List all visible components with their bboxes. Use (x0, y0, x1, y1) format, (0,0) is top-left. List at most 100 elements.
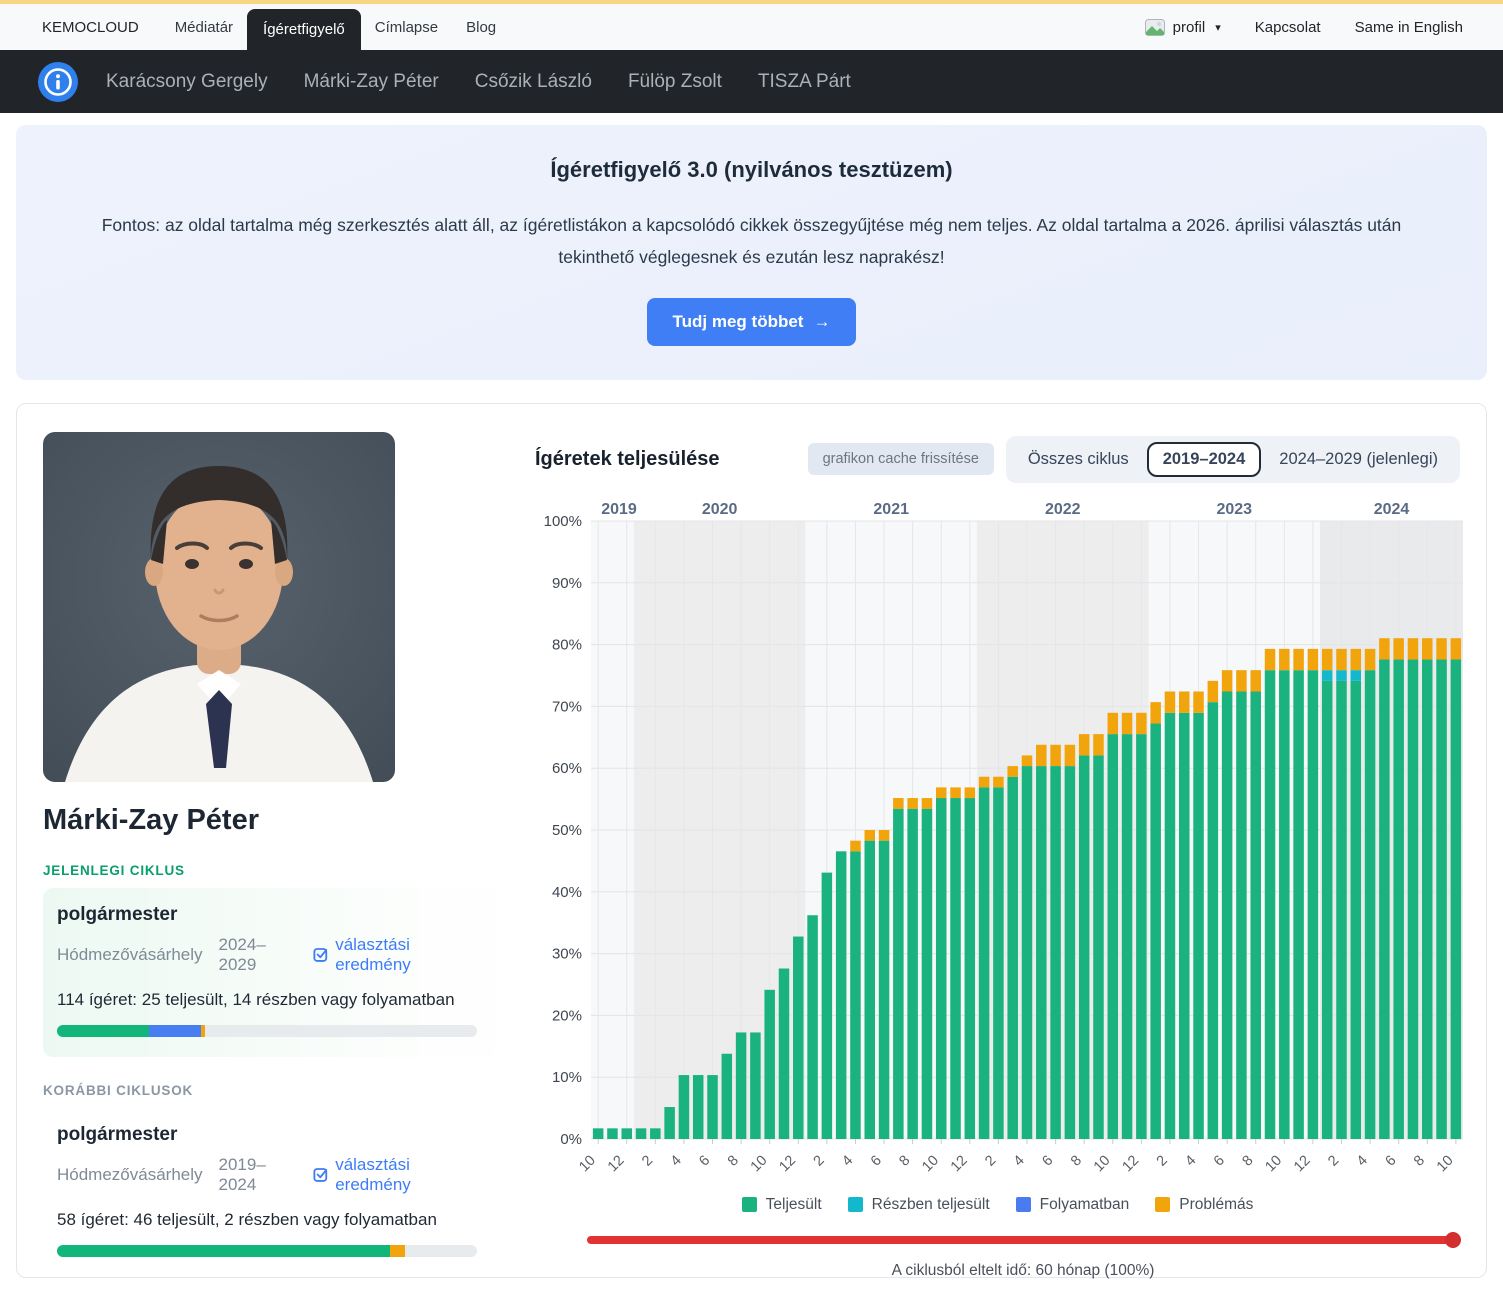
nav-politician-f-l-p-zsolt[interactable]: Fülöp Zsolt (628, 71, 722, 93)
bar-segment-problémás[interactable] (1165, 691, 1176, 712)
bar-segment-teljesült[interactable] (1050, 766, 1061, 1139)
bar-segment-problémás[interactable] (1136, 713, 1147, 734)
bar-segment-teljesült[interactable] (850, 851, 861, 1139)
bar-segment-problémás[interactable] (879, 830, 890, 841)
topnav-item-ígéretfigyelő[interactable]: Ígéretfigyelő (247, 9, 361, 50)
bar-segment-részben-teljesült[interactable] (1351, 670, 1362, 681)
bar-segment-problémás[interactable] (1336, 649, 1347, 670)
bar-segment-problémás[interactable] (1022, 755, 1033, 766)
info-icon[interactable] (38, 62, 78, 102)
bar-segment-problémás[interactable] (1150, 702, 1161, 723)
bar-segment-teljesült[interactable] (879, 840, 890, 1138)
bar-segment-teljesült[interactable] (965, 798, 976, 1139)
bar-segment-teljesült[interactable] (1007, 776, 1018, 1138)
bar-segment-teljesült[interactable] (836, 851, 847, 1139)
election-result-link[interactable]: választási eredmény (313, 1155, 477, 1195)
legend-item-teljesült[interactable]: Teljesült (742, 1196, 822, 1214)
bar-segment-teljesült[interactable] (1308, 670, 1319, 1139)
bar-segment-teljesült[interactable] (807, 915, 818, 1139)
bar-segment-problémás[interactable] (1451, 638, 1462, 659)
bar-segment-teljesült[interactable] (1379, 659, 1390, 1138)
bar-segment-problémás[interactable] (1250, 670, 1261, 691)
bar-segment-teljesült[interactable] (1165, 713, 1176, 1139)
bar-segment-teljesült[interactable] (1208, 702, 1219, 1139)
time-slider[interactable] (587, 1232, 1459, 1248)
topnav-item-médiatár[interactable]: Médiatár (161, 4, 247, 50)
bar-segment-problémás[interactable] (865, 830, 876, 841)
refresh-cache-button[interactable]: grafikon cache frissítése (808, 443, 994, 475)
bar-segment-teljesült[interactable] (1108, 734, 1119, 1139)
bar-segment-teljesült[interactable] (764, 990, 775, 1139)
bar-segment-teljesült[interactable] (607, 1128, 618, 1139)
bar-segment-problémás[interactable] (850, 840, 861, 851)
bar-segment-teljesült[interactable] (1293, 670, 1304, 1139)
bar-segment-teljesült[interactable] (1365, 670, 1376, 1139)
bar-segment-teljesült[interactable] (936, 798, 947, 1139)
bar-segment-teljesült[interactable] (650, 1128, 661, 1139)
bar-segment-teljesült[interactable] (1236, 691, 1247, 1139)
bar-segment-problémás[interactable] (1179, 691, 1190, 712)
bar-segment-teljesült[interactable] (1065, 766, 1076, 1139)
bar-segment-teljesült[interactable] (979, 787, 990, 1139)
bar-segment-teljesült[interactable] (1093, 755, 1104, 1139)
bar-segment-teljesült[interactable] (1408, 659, 1419, 1138)
bar-segment-problémás[interactable] (1393, 638, 1404, 659)
bar-segment-problémás[interactable] (1108, 713, 1119, 734)
bar-segment-részben-teljesült[interactable] (1322, 670, 1333, 681)
nav-politician-kar-csony-gergely[interactable]: Karácsony Gergely (106, 71, 268, 93)
time-slider-track[interactable] (587, 1236, 1459, 1244)
bar-segment-teljesült[interactable] (593, 1128, 604, 1139)
bar-segment-problémás[interactable] (1036, 745, 1047, 766)
bar-segment-teljesült[interactable] (1351, 681, 1362, 1139)
bar-segment-teljesült[interactable] (1179, 713, 1190, 1139)
topnav-kapcsolat[interactable]: Kapcsolat (1255, 19, 1321, 36)
bar-segment-teljesült[interactable] (736, 1032, 747, 1139)
bar-segment-problémás[interactable] (1279, 649, 1290, 670)
bar-segment-problémás[interactable] (965, 787, 976, 798)
bar-segment-teljesült[interactable] (1451, 659, 1462, 1138)
bar-segment-teljesült[interactable] (822, 872, 833, 1138)
bar-segment-teljesült[interactable] (664, 1107, 675, 1139)
legend-item-problémás[interactable]: Problémás (1155, 1196, 1253, 1214)
bar-segment-teljesült[interactable] (1322, 681, 1333, 1139)
bar-segment-problémás[interactable] (907, 798, 918, 809)
bar-segment-problémás[interactable] (1379, 638, 1390, 659)
bar-segment-teljesült[interactable] (993, 787, 1004, 1139)
bar-segment-problémás[interactable] (922, 798, 933, 809)
bar-segment-teljesült[interactable] (1336, 681, 1347, 1139)
bar-segment-teljesült[interactable] (621, 1128, 632, 1139)
topnav-profil[interactable]: profil▾ (1145, 19, 1221, 36)
bar-segment-teljesült[interactable] (1393, 659, 1404, 1138)
bar-segment-teljesült[interactable] (1150, 723, 1161, 1139)
bar-segment-problémás[interactable] (1265, 649, 1276, 670)
bar-segment-teljesült[interactable] (907, 808, 918, 1138)
bar-segment-problémás[interactable] (1236, 670, 1247, 691)
bar-segment-teljesült[interactable] (707, 1075, 718, 1139)
bar-segment-teljesült[interactable] (793, 936, 804, 1138)
bar-segment-teljesült[interactable] (750, 1032, 761, 1139)
bar-segment-problémás[interactable] (979, 776, 990, 787)
bar-segment-problémás[interactable] (893, 798, 904, 809)
bar-segment-teljesült[interactable] (1422, 659, 1433, 1138)
bar-segment-problémás[interactable] (950, 787, 961, 798)
tab-2024-2029-jelenlegi-[interactable]: 2024–2029 (jelenlegi) (1265, 442, 1452, 477)
bar-segment-teljesült[interactable] (1022, 766, 1033, 1139)
bar-segment-problémás[interactable] (1422, 638, 1433, 659)
bar-segment-problémás[interactable] (1208, 681, 1219, 702)
brand-kemocloud[interactable]: KEMOCLOUD (42, 19, 139, 36)
bar-segment-teljesült[interactable] (1436, 659, 1447, 1138)
bar-segment-problémás[interactable] (1293, 649, 1304, 670)
tab-2019-2024[interactable]: 2019–2024 (1147, 442, 1262, 477)
bar-segment-problémás[interactable] (1050, 745, 1061, 766)
bar-segment-teljesült[interactable] (1222, 691, 1233, 1139)
bar-segment-teljesült[interactable] (722, 1054, 733, 1139)
bar-segment-problémás[interactable] (1308, 649, 1319, 670)
nav-politician-tisza-p-rt[interactable]: TISZA Párt (758, 71, 851, 93)
bar-segment-teljesült[interactable] (779, 968, 790, 1138)
bar-segment-részben-teljesült[interactable] (1336, 670, 1347, 681)
bar-segment-teljesült[interactable] (1250, 691, 1261, 1139)
bar-segment-problémás[interactable] (993, 776, 1004, 787)
bar-segment-teljesült[interactable] (693, 1075, 704, 1139)
bar-segment-problémás[interactable] (1222, 670, 1233, 691)
bar-segment-teljesült[interactable] (636, 1128, 647, 1139)
